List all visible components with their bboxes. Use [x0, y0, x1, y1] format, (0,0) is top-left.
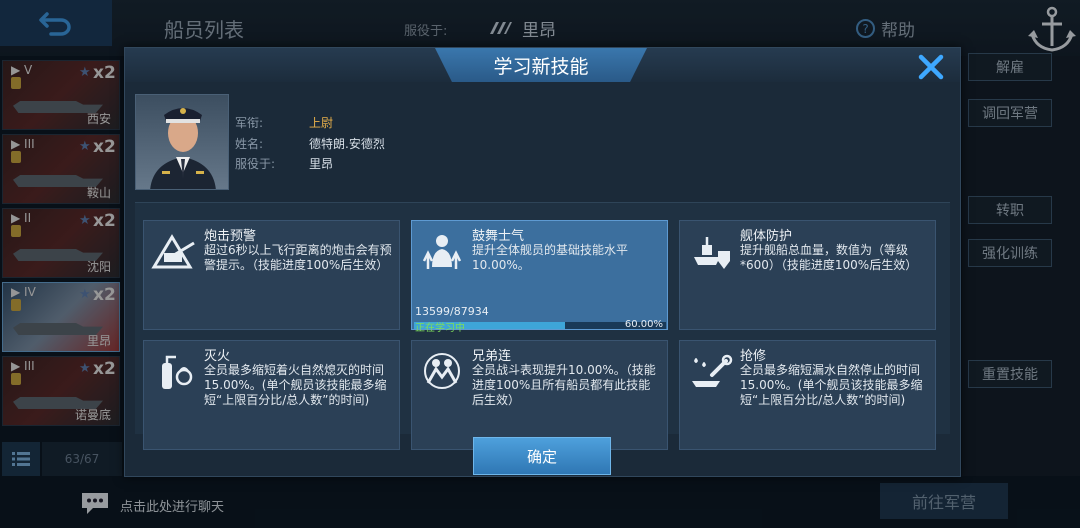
skill-description: 提升舰船总血量，数值为（等级*600）（技能进度100%后生效）: [740, 243, 918, 272]
skill-grid: 炮击预警 超过6秒以上飞行距离的炮击会有预警提示。（技能进度100%后生效） 鼓…: [135, 202, 950, 450]
skill-title: 鼓舞士气: [472, 229, 525, 244]
skill-description: 超过6秒以上飞行距离的炮击会有预警提示。（技能进度100%后生效）: [204, 243, 392, 272]
skill-description: 全员最多缩短漏水自然停止的时间15.00%。(单个舰员该技能最多缩短“上限百分比…: [740, 363, 923, 407]
skill-description: 全员最多缩短着火自然熄灭的时间15.00%。(单个舰员该技能最多缩短“上限百分比…: [204, 363, 387, 407]
repair-icon: [692, 354, 733, 387]
learn-skill-dialog: 学习新技能 军衔: 上尉 姓名: 德特朗.安德烈 服役于: 里昂 炮击预警 超过…: [124, 47, 961, 477]
skill-card-boost-morale[interactable]: 鼓舞士气 提升全体舰员的基础技能水平10.00%。 13599/87934 正在…: [411, 220, 668, 334]
skill-title: 兄弟连: [472, 349, 512, 364]
close-icon[interactable]: [917, 53, 945, 81]
skill-card-emergency-repair[interactable]: 抢修 全员最多缩短漏水自然停止的时间15.00%。(单个舰员该技能最多缩短“上限…: [679, 340, 936, 450]
brotherhood-icon: [424, 353, 460, 389]
name-label: 姓名:: [235, 137, 264, 151]
fire-extinguisher-icon: [162, 355, 193, 389]
dialog-title: 学习新技能: [493, 56, 589, 78]
skill-title: 灭火: [204, 349, 231, 364]
skill-description: 提升全体舰员的基础技能水平10.00%。: [472, 243, 629, 272]
skill-description: 全员战斗表现提升10.00%。（技能进度100%且所有船员都有此技能后生效）: [472, 363, 656, 407]
skill-progress-percent: 60.00%: [624, 319, 663, 330]
confirm-button[interactable]: 确定: [473, 437, 611, 475]
skill-title: 抢修: [740, 349, 767, 364]
officer-avatar-icon: [150, 108, 216, 189]
skill-progress-count: 13599/87934: [415, 305, 489, 318]
skill-card-band-of-brothers[interactable]: 兄弟连 全员战斗表现提升10.00%。（技能进度100%且所有船员都有此技能后生…: [411, 340, 668, 450]
skill-title: 舰体防护: [740, 229, 793, 244]
skill-card-firefighting[interactable]: 灭火 全员最多缩短着火自然熄灭的时间15.00%。(单个舰员该技能最多缩短“上限…: [143, 340, 400, 450]
artillery-icon: [151, 234, 195, 269]
rank-value: 上尉: [309, 116, 334, 130]
name-value: 德特朗.安德烈: [309, 137, 385, 151]
served-on-label: 服役于:: [235, 157, 276, 171]
skill-title: 炮击预警: [204, 229, 257, 244]
skill-card-hull-protection[interactable]: 舰体防护 提升舰船总血量，数值为（等级*600）（技能进度100%后生效）: [679, 220, 936, 330]
morale-icon: [422, 235, 462, 269]
officer-portrait: [135, 94, 229, 190]
hull-protection-icon: [694, 237, 730, 269]
rank-label: 军衔:: [235, 116, 264, 130]
skill-progress-status: 正在学习中: [415, 323, 465, 334]
skill-card-artillery-warning[interactable]: 炮击预警 超过6秒以上飞行距离的炮击会有预警提示。（技能进度100%后生效）: [143, 220, 400, 330]
served-on-value: 里昂: [309, 157, 334, 171]
